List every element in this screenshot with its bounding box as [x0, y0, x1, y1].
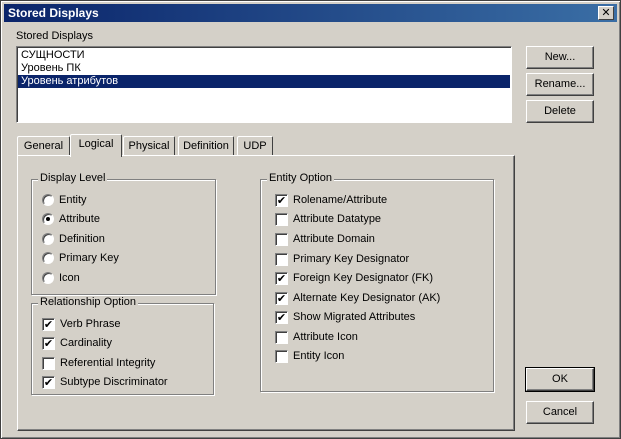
checkbox-attribute-icon[interactable]: Attribute Icon: [275, 330, 358, 344]
display-level-title: Display Level: [38, 172, 108, 184]
checkbox-rolename-attribute[interactable]: ✔ Rolename/Attribute: [275, 193, 387, 207]
checkbox-show-migrated-attributes[interactable]: ✔ Show Migrated Attributes: [275, 310, 415, 324]
window-title: Stored Displays: [8, 6, 99, 20]
checkbox-attribute-datatype[interactable]: Attribute Datatype: [275, 212, 381, 226]
entity-option-group: Entity Option ✔ Rolename/Attribute Attrib…: [260, 172, 494, 392]
logical-tab-panel: Display Level Entity Attribute Definitio…: [17, 155, 515, 431]
radio-primary-key[interactable]: Primary Key: [42, 251, 119, 265]
checkmark-icon: ✔: [275, 271, 288, 285]
radio-icon: [42, 233, 54, 246]
radio-selected-icon: [42, 213, 54, 226]
relationship-option-title: Relationship Option: [38, 296, 139, 308]
checkmark-icon: ✔: [42, 336, 55, 350]
checkbox-empty-icon: [275, 212, 288, 226]
relationship-option-group: Relationship Option ✔ Verb Phrase ✔ Cardin…: [31, 296, 214, 395]
checkmark-icon: ✔: [275, 291, 288, 305]
radio-icon: [42, 272, 54, 285]
tab-physical[interactable]: Physical: [123, 136, 175, 156]
list-item[interactable]: СУЩНОСТИ: [18, 49, 510, 62]
checkbox-alternate-key-designator[interactable]: ✔ Alternate Key Designator (AK): [275, 291, 440, 305]
tab-definition[interactable]: Definition: [178, 136, 234, 156]
checkbox-subtype-discriminator[interactable]: ✔ Subtype Discriminator: [42, 375, 168, 389]
delete-button[interactable]: Delete: [526, 100, 594, 123]
radio-icon-option[interactable]: Icon: [42, 271, 80, 285]
checkmark-icon: ✔: [42, 375, 55, 389]
checkbox-empty-icon: [275, 349, 288, 363]
checkbox-empty-icon: [275, 232, 288, 246]
radio-icon: [42, 252, 54, 265]
checkbox-verb-phrase[interactable]: ✔ Verb Phrase: [42, 317, 121, 331]
new-button[interactable]: New...: [526, 46, 594, 69]
checkbox-empty-icon: [275, 330, 288, 344]
radio-definition[interactable]: Definition: [42, 232, 105, 246]
stored-displays-list[interactable]: СУЩНОСТИ Уровень ПК Уровень атрибутов: [16, 46, 512, 123]
radio-icon: [42, 194, 54, 207]
list-item[interactable]: Уровень ПК: [18, 62, 510, 75]
title-bar: Stored Displays ✕: [4, 4, 617, 22]
radio-attribute[interactable]: Attribute: [42, 212, 100, 226]
checkbox-empty-icon: [42, 356, 55, 370]
display-level-group: Display Level Entity Attribute Definitio…: [31, 172, 216, 295]
checkbox-attribute-domain[interactable]: Attribute Domain: [275, 232, 375, 246]
radio-entity[interactable]: Entity: [42, 193, 87, 207]
list-item-selected[interactable]: Уровень атрибутов: [18, 75, 510, 88]
checkbox-foreign-key-designator[interactable]: ✔ Foreign Key Designator (FK): [275, 271, 433, 285]
checkbox-cardinality[interactable]: ✔ Cardinality: [42, 336, 112, 350]
checkmark-icon: ✔: [275, 310, 288, 324]
checkmark-icon: ✔: [275, 193, 288, 207]
stored-displays-label: Stored Displays: [16, 30, 94, 42]
checkbox-referential-integrity[interactable]: Referential Integrity: [42, 356, 155, 370]
tab-general[interactable]: General: [17, 136, 70, 156]
close-icon[interactable]: ✕: [598, 6, 614, 20]
tab-logical[interactable]: Logical: [70, 134, 122, 157]
checkmark-icon: ✔: [42, 317, 55, 331]
checkbox-primary-key-designator[interactable]: Primary Key Designator: [275, 252, 409, 266]
entity-option-title: Entity Option: [267, 172, 334, 184]
cancel-button[interactable]: Cancel: [526, 401, 594, 424]
rename-button[interactable]: Rename...: [526, 73, 594, 96]
checkbox-empty-icon: [275, 252, 288, 266]
stored-displays-dialog: Stored Displays ✕ Stored Displays СУЩНОС…: [0, 0, 621, 439]
ok-button[interactable]: OK: [525, 367, 595, 392]
tab-udp[interactable]: UDP: [237, 136, 273, 156]
checkbox-entity-icon[interactable]: Entity Icon: [275, 349, 344, 363]
